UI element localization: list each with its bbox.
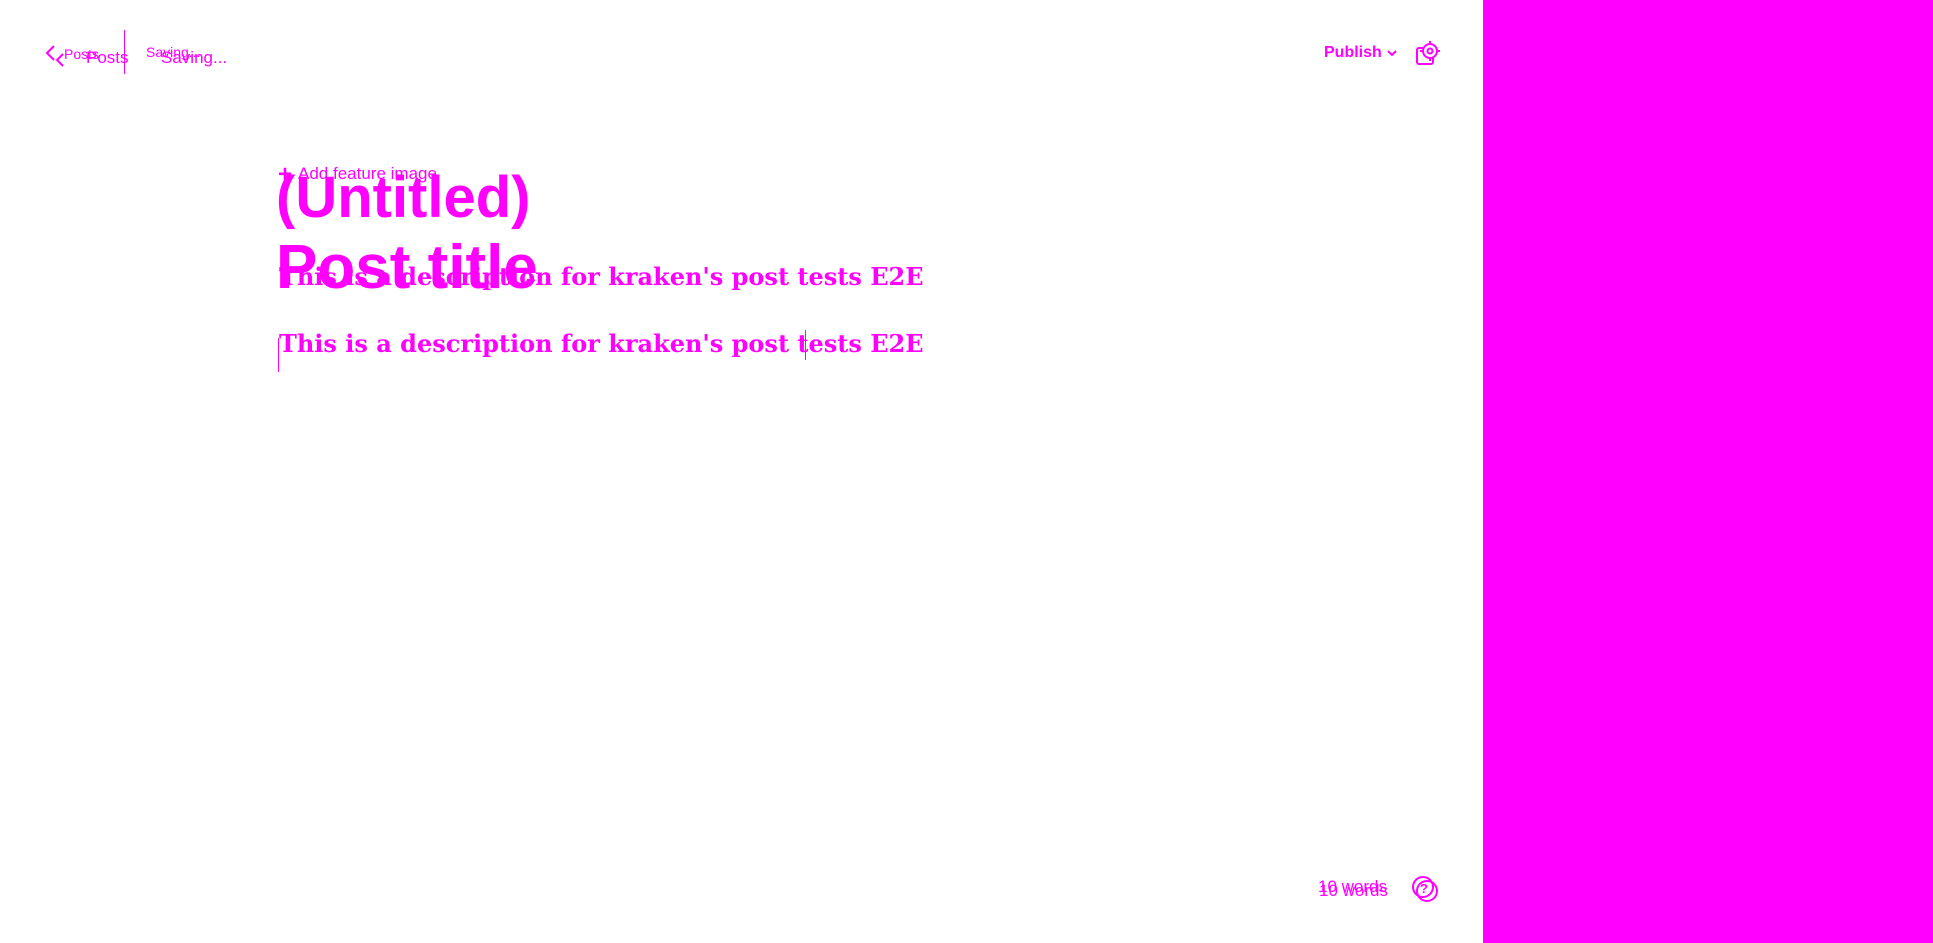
text-caret	[805, 330, 806, 360]
word-count: 10 words	[1319, 881, 1388, 900]
save-status: Saving...	[161, 48, 228, 67]
chevron-left-icon[interactable]	[54, 52, 66, 68]
post-title-value[interactable]: (Untitled)	[276, 162, 531, 234]
publish-label: Publish	[1324, 44, 1382, 61]
publish-dropdown[interactable]: Publish	[1324, 44, 1398, 62]
post-body-text[interactable]: This is a description for kraken's post …	[279, 329, 923, 358]
svg-text:?: ?	[1420, 881, 1428, 896]
settings-panel	[1483, 0, 1933, 943]
back-to-posts-link[interactable]: Posts	[86, 48, 129, 68]
post-body-text[interactable]: This is a description for kraken's post …	[279, 262, 923, 291]
editor-page: Posts Posts Saving... Saving... Publish …	[0, 0, 1933, 943]
header-divider	[124, 30, 125, 74]
gear-icon[interactable]	[1414, 40, 1442, 68]
chevron-down-icon	[1387, 50, 1397, 57]
help-icon[interactable]: ?	[1410, 874, 1440, 904]
text-caret	[278, 338, 279, 372]
